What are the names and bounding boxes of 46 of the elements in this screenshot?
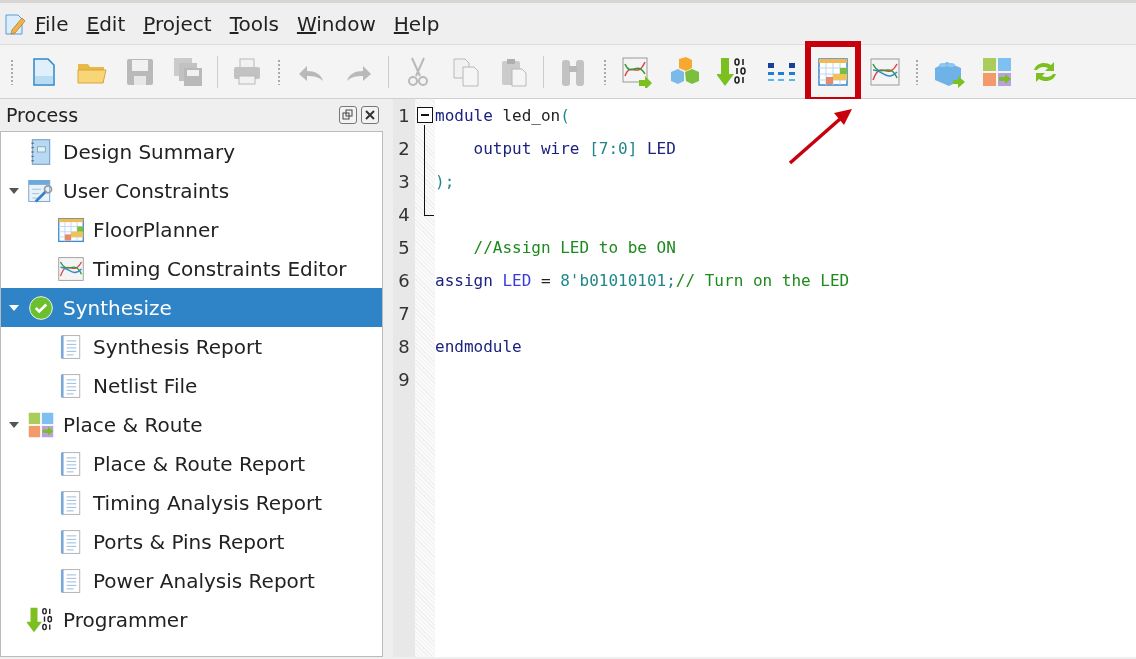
line-number: 4	[397, 203, 411, 227]
line-number: 6	[397, 269, 411, 293]
tree-item[interactable]: Timing Constraints Editor	[1, 249, 382, 288]
tree-item[interactable]: Power Analysis Report	[1, 561, 382, 600]
code-line: assign LED = 8'b01010101;// Turn on the LED	[435, 270, 850, 292]
tree-item[interactable]: Place & Route Report	[1, 444, 382, 483]
grid-chart-icon	[57, 215, 85, 244]
expand-arrow-icon[interactable]	[9, 421, 19, 428]
code-line: endmodule	[435, 336, 522, 358]
app-icon	[4, 11, 26, 36]
check-circle-icon	[27, 293, 55, 322]
collapse-icon[interactable]	[417, 107, 433, 123]
menu-item[interactable]: Tools	[220, 8, 288, 39]
tree-item[interactable]: Netlist File	[1, 366, 382, 405]
tree-item[interactable]: Synthesize	[1, 288, 382, 327]
menu-item[interactable]: Edit	[77, 8, 135, 39]
tree-item[interactable]: Place & Route	[1, 405, 382, 444]
colored-squares-icon	[27, 410, 55, 439]
line-chart-icon	[57, 254, 85, 283]
code-line: //Assign LED to be ON	[472, 237, 676, 259]
tree-item[interactable]: Programmer	[1, 600, 382, 639]
code-line: );	[435, 171, 455, 193]
close-icon[interactable]	[361, 106, 379, 124]
code-line: module led_on(	[435, 105, 570, 127]
line-number: 8	[397, 335, 411, 359]
line-number: 1	[397, 104, 411, 128]
tree-item[interactable]: Synthesis Report	[1, 327, 382, 366]
menu-item[interactable]: Project	[134, 8, 221, 39]
line-number: 7	[397, 302, 411, 326]
tree-item[interactable]: Ports & Pins Report	[1, 522, 382, 561]
download-binary-icon	[27, 605, 55, 634]
expand-arrow-icon[interactable]	[9, 187, 19, 194]
tree-item[interactable]: FloorPlanner	[1, 210, 382, 249]
line-number: 9	[397, 368, 411, 392]
line-number: 3	[397, 170, 411, 194]
menu-item[interactable]: Window	[287, 8, 385, 39]
tree-item[interactable]: Design Summary	[1, 132, 382, 171]
menu-item[interactable]: Help	[384, 8, 449, 39]
tree-item[interactable]: User Constraints	[1, 171, 382, 210]
code-line: output wire [7:0] LED	[472, 138, 676, 160]
float-icon[interactable]	[339, 106, 357, 124]
menu-item[interactable]: File	[26, 8, 78, 39]
line-number: 5	[397, 236, 411, 260]
line-number: 2	[397, 137, 411, 161]
panel-title: Process	[6, 102, 79, 128]
tree-item[interactable]: Timing Analysis Report	[1, 483, 382, 522]
